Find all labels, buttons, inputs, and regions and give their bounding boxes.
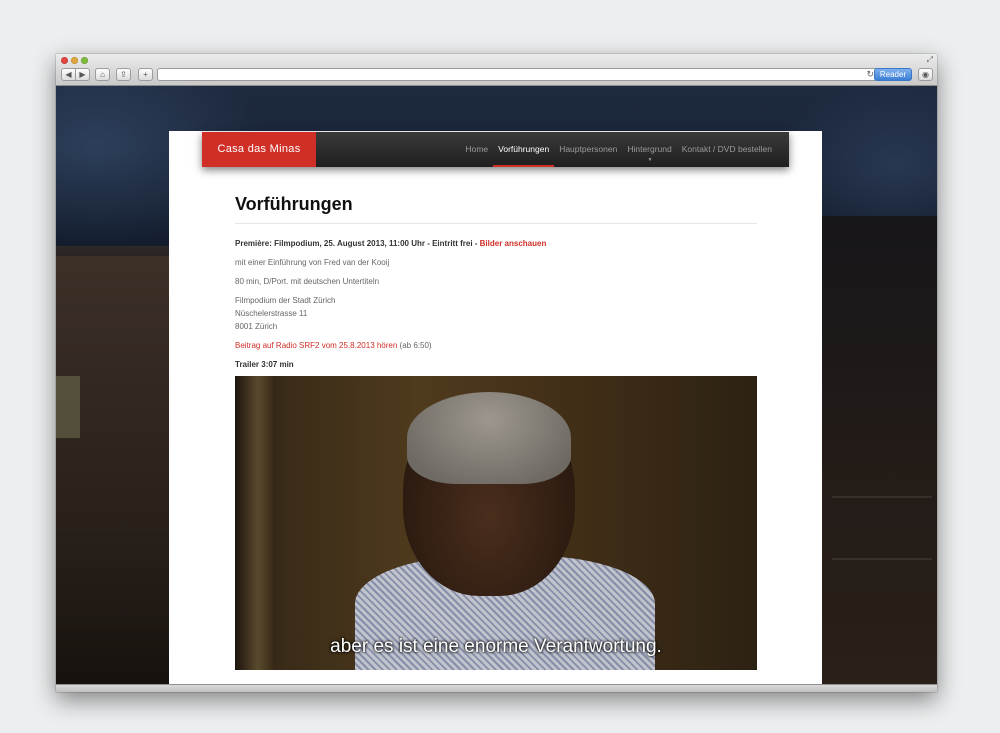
background-photo-left <box>56 256 169 684</box>
radio-line: Beitrag auf Radio SRF2 vom 25.8.2013 hör… <box>235 339 757 352</box>
downloads-button[interactable]: ◉ <box>918 68 933 81</box>
site-navbar: Casa das Minas Home Vorführungen Hauptpe… <box>202 132 789 167</box>
intro-text: mit einer Einführung von Fred van der Ko… <box>235 258 390 267</box>
premiere-text: Première: Filmpodium, 25. August 2013, 1… <box>235 239 480 248</box>
maximize-window-button[interactable] <box>81 57 88 64</box>
venue-address: Filmpodium der Stadt Zürich Nüschelerstr… <box>235 294 757 333</box>
address-line: Filmpodium der Stadt Zürich <box>235 296 336 305</box>
reload-icon[interactable]: ↻ <box>866 69 874 80</box>
nav-item-hintergrund-label: Hintergrund <box>627 144 672 154</box>
page-title: Vorführungen <box>235 194 757 224</box>
page-viewport[interactable]: Casa das Minas Home Vorführungen Hauptpe… <box>56 86 937 684</box>
radio-srf2-link[interactable]: Beitrag auf Radio SRF2 vom 25.8.2013 hör… <box>235 341 397 350</box>
minimize-window-button[interactable] <box>71 57 78 64</box>
dropdown-caret-icon: ▼ <box>647 157 653 163</box>
premiere-line: Première: Filmpodium, 25. August 2013, 1… <box>235 237 757 250</box>
site-brand-logo[interactable]: Casa das Minas <box>202 132 316 167</box>
forward-button[interactable]: ▶ <box>75 68 90 81</box>
address-bar[interactable]: ↻ <box>157 68 879 81</box>
share-button[interactable]: ⇪ <box>116 68 131 81</box>
film-info-text: 80 min, D/Port. mit deutschen Untertitel… <box>235 277 380 286</box>
browser-window: ⤢ ◀ ▶ ⌂ ⇪ + ↻ Reader ◉ Casa das Minas Ho… <box>56 54 937 692</box>
background-photo-fence <box>832 496 932 560</box>
address-line: Nüschelerstrasse 11 <box>235 309 308 318</box>
download-icon: ◉ <box>922 70 929 79</box>
main-nav: Home Vorführungen Hauptpersonen Hintergr… <box>460 132 777 167</box>
share-icon: ⇪ <box>120 70 127 79</box>
home-icon: ⌂ <box>100 70 105 79</box>
browser-toolbar: ⤢ ◀ ▶ ⌂ ⇪ + ↻ Reader ◉ <box>56 54 937 86</box>
nav-item-vorfuehrungen[interactable]: Vorführungen <box>493 132 555 167</box>
back-arrow-icon: ◀ <box>65 70 72 79</box>
video-frame-hair <box>407 392 571 484</box>
main-content: Vorführungen Première: Filmpodium, 25. A… <box>235 194 757 371</box>
fullscreen-icon[interactable]: ⤢ <box>927 56 933 64</box>
video-frame-wall <box>235 376 273 670</box>
trailer-video-player[interactable]: aber es ist eine enorme Verantwortung. <box>235 376 757 670</box>
nav-item-hauptpersonen[interactable]: Hauptpersonen <box>554 132 622 167</box>
background-photo-sign <box>56 376 80 438</box>
browser-status-bar <box>56 684 937 692</box>
back-button[interactable]: ◀ <box>61 68 76 81</box>
trailer-label: Trailer 3:07 min <box>235 360 294 369</box>
address-line: 8001 Zürich <box>235 322 278 331</box>
reader-button[interactable]: Reader <box>874 68 912 81</box>
radio-suffix: (ab 6:50) <box>397 341 432 350</box>
nav-item-kontakt[interactable]: Kontakt / DVD bestellen <box>677 132 777 167</box>
nav-item-home[interactable]: Home <box>460 132 493 167</box>
background-photo-right <box>822 216 937 684</box>
forward-arrow-icon: ▶ <box>79 70 86 79</box>
bilder-anschauen-link[interactable]: Bilder anschauen <box>480 239 547 248</box>
video-subtitle: aber es ist eine enorme Verantwortung. <box>330 636 662 657</box>
close-window-button[interactable] <box>61 57 68 64</box>
home-button[interactable]: ⌂ <box>95 68 110 81</box>
nav-item-hintergrund[interactable]: Hintergrund ▼ <box>622 132 676 167</box>
add-bookmark-button[interactable]: + <box>138 68 153 81</box>
plus-icon: + <box>143 70 148 79</box>
